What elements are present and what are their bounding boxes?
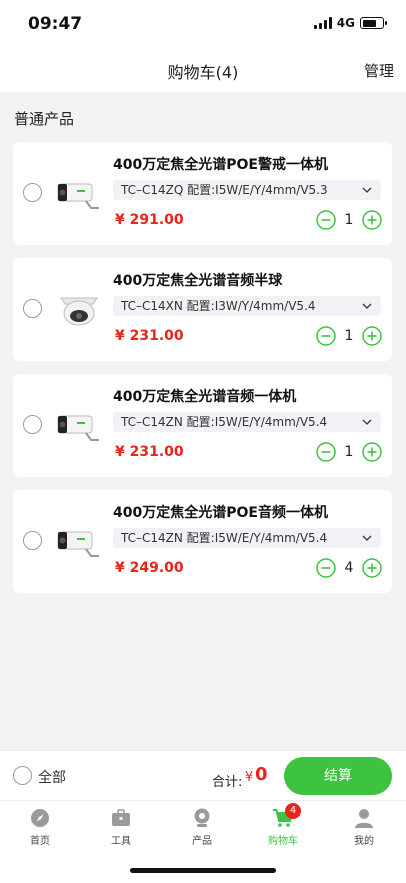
item-select-radio[interactable] [23, 415, 42, 434]
status-time: 09:47 [28, 14, 83, 34]
item-select-radio[interactable] [23, 183, 42, 202]
minus-icon[interactable] [316, 558, 336, 578]
tab-label: 我的 [354, 836, 374, 847]
quantity-value: 1 [344, 212, 354, 228]
cart-item: 400万定焦全光谱音频半球 TC–C14XN 配置:I3W/Y/4mm/V5.4… [13, 258, 392, 361]
home-indicator-area [0, 850, 406, 883]
cart-item: 400万定焦全光谱POE音频一体机 TC–C14ZN 配置:I5W/E/Y/4m… [13, 490, 392, 593]
quantity-stepper: 4 [316, 558, 382, 578]
quantity-stepper: 1 [316, 326, 382, 346]
quantity-value: 4 [344, 560, 354, 576]
item-spec-text: TC–C14ZN 配置:I5W/E/Y/4mm/V5.4 [121, 531, 328, 545]
quantity-value: 1 [344, 328, 354, 344]
compass-icon [31, 809, 49, 827]
quantity-stepper: 1 [316, 442, 382, 462]
tab-tools[interactable]: 工具 [91, 807, 151, 847]
item-title: 400万定焦全光谱POE警戒一体机 [113, 157, 328, 173]
page-title: 购物车(4) [167, 63, 239, 82]
item-price: ¥ 249.00 [115, 560, 184, 576]
quantity-value: 1 [344, 444, 354, 460]
item-spec-select[interactable]: TC–C14ZQ 配置:I5W/E/Y/4mm/V5.3 [113, 180, 381, 200]
item-title: 400万定焦全光谱音频半球 [113, 273, 283, 289]
total-currency: ¥ [245, 770, 254, 785]
nav-bar: 购物车(4) 管理 [0, 48, 406, 92]
cart-item: 400万定焦全光谱音频一体机 TC–C14ZN 配置:I5W/E/Y/4mm/V… [13, 374, 392, 477]
cart-badge: 4 [285, 803, 301, 819]
minus-icon[interactable] [316, 326, 336, 346]
status-indicators: 4G [313, 16, 387, 30]
total-value: 0 [255, 764, 268, 785]
item-price: ¥ 231.00 [115, 444, 184, 460]
bullet-camera-icon [57, 183, 99, 209]
item-select-radio[interactable] [23, 531, 42, 550]
minus-icon[interactable] [316, 442, 336, 462]
item-price: ¥ 291.00 [115, 212, 184, 228]
checkout-bar: 全部 合计: ¥ 0 结算 [0, 750, 406, 800]
chevron-down-icon [362, 535, 372, 541]
tab-mine[interactable]: 我的 [334, 807, 394, 847]
manage-button[interactable]: 管理 [364, 60, 394, 81]
select-all-radio[interactable] [13, 766, 32, 785]
item-spec-select[interactable]: TC–C14ZN 配置:I5W/E/Y/4mm/V5.4 [113, 528, 381, 548]
dome-camera-icon [60, 297, 98, 326]
item-price: ¥ 231.00 [115, 328, 184, 344]
home-indicator [130, 868, 276, 873]
battery-icon [360, 17, 387, 29]
network-type: 4G [336, 16, 355, 30]
tab-cart[interactable]: 4 购物车 [253, 803, 313, 847]
status-bar: 09:47 4G [0, 0, 406, 48]
tab-label: 产品 [192, 836, 212, 847]
item-spec-text: TC–C14ZN 配置:I5W/E/Y/4mm/V5.4 [121, 415, 328, 429]
signal-icon [313, 17, 332, 29]
item-spec-select[interactable]: TC–C14ZN 配置:I5W/E/Y/4mm/V5.4 [113, 412, 381, 432]
total-label: 合计: [212, 775, 243, 790]
item-select-radio[interactable] [23, 299, 42, 318]
quantity-stepper: 1 [316, 210, 382, 230]
item-spec-text: TC–C14ZQ 配置:I5W/E/Y/4mm/V5.3 [121, 183, 328, 197]
user-icon [355, 809, 373, 828]
minus-icon[interactable] [316, 210, 336, 230]
tab-bar: 首页 工具 产品 4 购物车 我的 [0, 800, 406, 850]
tab-label: 购物车 [268, 836, 298, 847]
bullet-camera-icon [57, 415, 99, 441]
section-title: 普通产品 [14, 110, 75, 128]
item-spec-select[interactable]: TC–C14XN 配置:I3W/Y/4mm/V5.4 [113, 296, 381, 316]
plus-icon[interactable] [362, 442, 382, 462]
tab-products[interactable]: 产品 [172, 807, 232, 847]
tab-home[interactable]: 首页 [10, 807, 70, 847]
plus-icon[interactable] [362, 210, 382, 230]
bullet-camera-icon [57, 531, 99, 557]
select-all-label[interactable]: 全部 [38, 767, 66, 787]
plus-icon[interactable] [362, 558, 382, 578]
plus-icon[interactable] [362, 326, 382, 346]
chevron-down-icon [362, 187, 372, 193]
chevron-down-icon [362, 419, 372, 425]
item-title: 400万定焦全光谱POE音频一体机 [113, 505, 328, 521]
checkout-button[interactable]: 结算 [284, 757, 392, 795]
tab-label: 首页 [30, 836, 50, 847]
item-spec-text: TC–C14XN 配置:I3W/Y/4mm/V5.4 [121, 299, 316, 313]
toolbox-icon [112, 809, 130, 826]
tab-label: 工具 [111, 836, 131, 847]
camera-icon [194, 808, 210, 827]
cart-item: 400万定焦全光谱POE警戒一体机 TC–C14ZQ 配置:I5W/E/Y/4m… [13, 142, 392, 245]
chevron-down-icon [362, 303, 372, 309]
item-title: 400万定焦全光谱音频一体机 [113, 389, 297, 405]
